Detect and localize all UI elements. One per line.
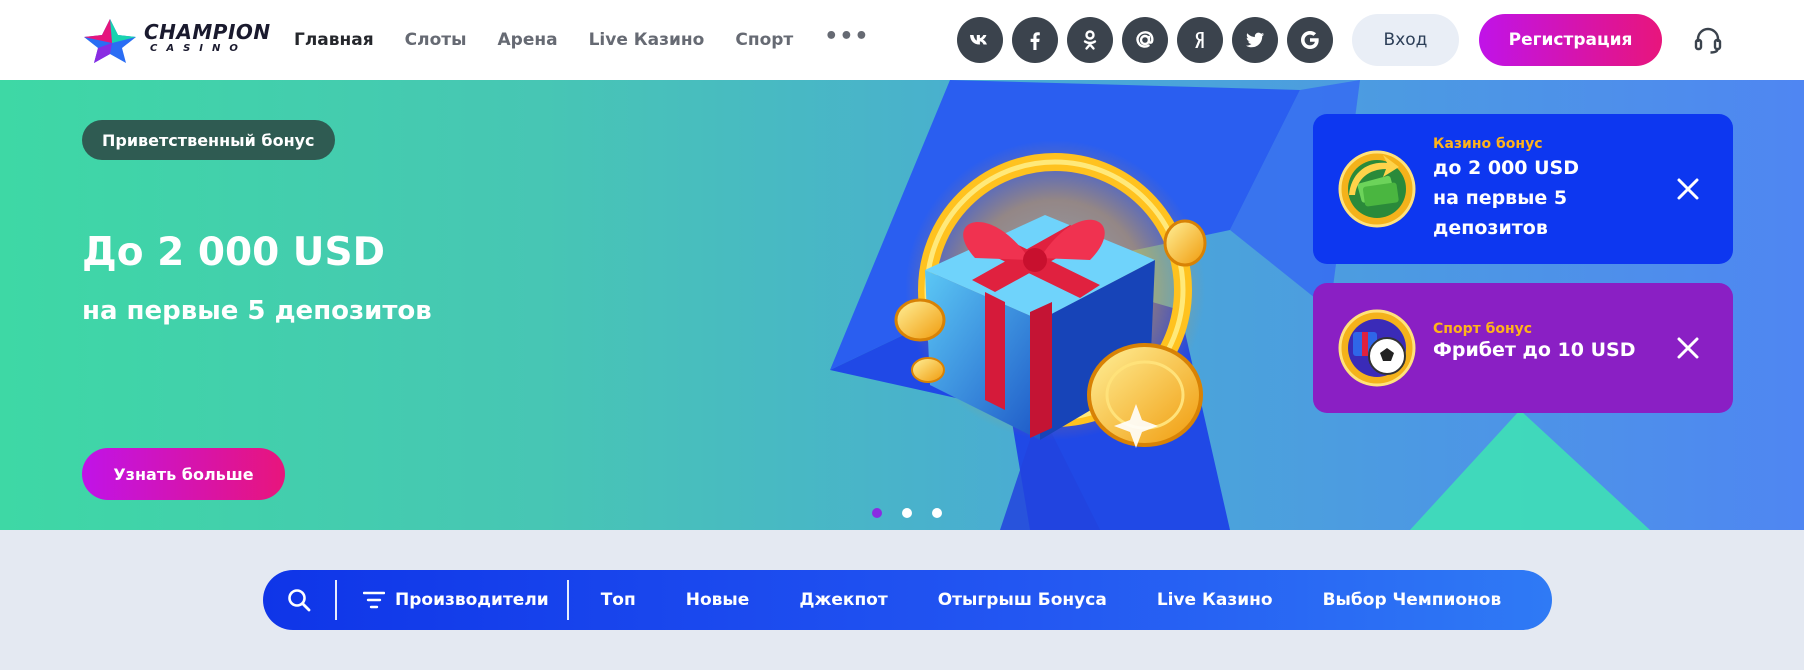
casino-bonus-line: на первые 5: [1433, 187, 1568, 209]
champion-star-logo-icon: [84, 19, 136, 63]
money-coin-icon: [1338, 150, 1416, 228]
logo-title: CHAMPION: [144, 20, 271, 44]
search-button[interactable]: [263, 570, 335, 630]
carousel-dot[interactable]: [872, 508, 882, 518]
nav-item-live-casino[interactable]: Live Казино: [589, 30, 705, 50]
category-links: Топ Новые Джекпот Отыгрыш Бонуса Live Ка…: [569, 590, 1520, 610]
hero-banner: Приветственный бонус До 2 000 USD на пер…: [0, 80, 1804, 530]
sport-bonus-card[interactable]: Спорт бонус Фрибет до 10 USD: [1313, 283, 1733, 413]
social-login-list: [957, 17, 1342, 63]
close-icon[interactable]: [1675, 176, 1701, 202]
category-champions-choice[interactable]: Выбор Чемпионов: [1323, 590, 1502, 610]
yandex-icon[interactable]: [1177, 17, 1223, 63]
nav-item-main[interactable]: Главная: [294, 30, 374, 50]
google-icon[interactable]: [1287, 17, 1333, 63]
filter-icon: [363, 591, 385, 609]
nav-item-arena[interactable]: Арена: [498, 30, 558, 50]
logo[interactable]: CHAMPION CASINO: [82, 17, 272, 63]
casino-bonus-label: Казино бонус: [1433, 136, 1543, 152]
header: CHAMPION CASINO Главная Слоты Арена Live…: [0, 0, 1804, 80]
providers-filter-button[interactable]: Производители: [337, 590, 567, 610]
facebook-icon[interactable]: [1012, 17, 1058, 63]
login-button[interactable]: Вход: [1352, 14, 1459, 66]
sport-bonus-text: Фрибет до 10 USD: [1433, 339, 1636, 361]
close-icon[interactable]: [1675, 335, 1701, 361]
vk-icon[interactable]: [957, 17, 1003, 63]
banner-subline: на первые 5 депозитов: [82, 296, 432, 326]
nav-item-sport[interactable]: Спорт: [735, 30, 793, 50]
category-top[interactable]: Топ: [601, 590, 636, 610]
more-menu-icon[interactable]: •••: [824, 24, 869, 49]
main-nav: Главная Слоты Арена Live Казино Спорт ••…: [294, 0, 900, 80]
casino-bonus-text: до 2 000 USD на первые 5 депозитов: [1433, 153, 1579, 243]
casino-bonus-line: до 2 000 USD: [1433, 157, 1580, 179]
mail-icon[interactable]: [1122, 17, 1168, 63]
logo-subtitle: CASINO: [150, 43, 247, 54]
banner-headline: До 2 000 USD: [82, 230, 385, 275]
welcome-bonus-badge: Приветственный бонус: [82, 120, 335, 160]
search-icon: [288, 589, 311, 612]
casino-bonus-line: депозитов: [1433, 217, 1548, 239]
providers-filter-label: Производители: [395, 590, 549, 610]
soccer-ball-gift-icon: [1338, 309, 1416, 387]
category-live-casino[interactable]: Live Казино: [1157, 590, 1273, 610]
carousel-dot[interactable]: [902, 508, 912, 518]
learn-more-button[interactable]: Узнать больше: [82, 448, 285, 500]
category-jackpot[interactable]: Джекпот: [799, 590, 887, 610]
game-category-bar: Производители Топ Новые Джекпот Отыгрыш …: [263, 570, 1552, 630]
category-bonus-wagering[interactable]: Отыгрыш Бонуса: [938, 590, 1107, 610]
carousel-dot[interactable]: [932, 508, 942, 518]
twitter-icon[interactable]: [1232, 17, 1278, 63]
divider: [335, 580, 337, 620]
carousel-dots: [872, 508, 962, 518]
divider: [566, 580, 569, 620]
category-new[interactable]: Новые: [686, 590, 750, 610]
register-button[interactable]: Регистрация: [1479, 14, 1662, 66]
headset-support-icon[interactable]: [1693, 25, 1723, 55]
odnoklassniki-icon[interactable]: [1067, 17, 1113, 63]
casino-bonus-card[interactable]: Казино бонус до 2 000 USD на первые 5 де…: [1313, 114, 1733, 264]
nav-item-slots[interactable]: Слоты: [405, 30, 467, 50]
